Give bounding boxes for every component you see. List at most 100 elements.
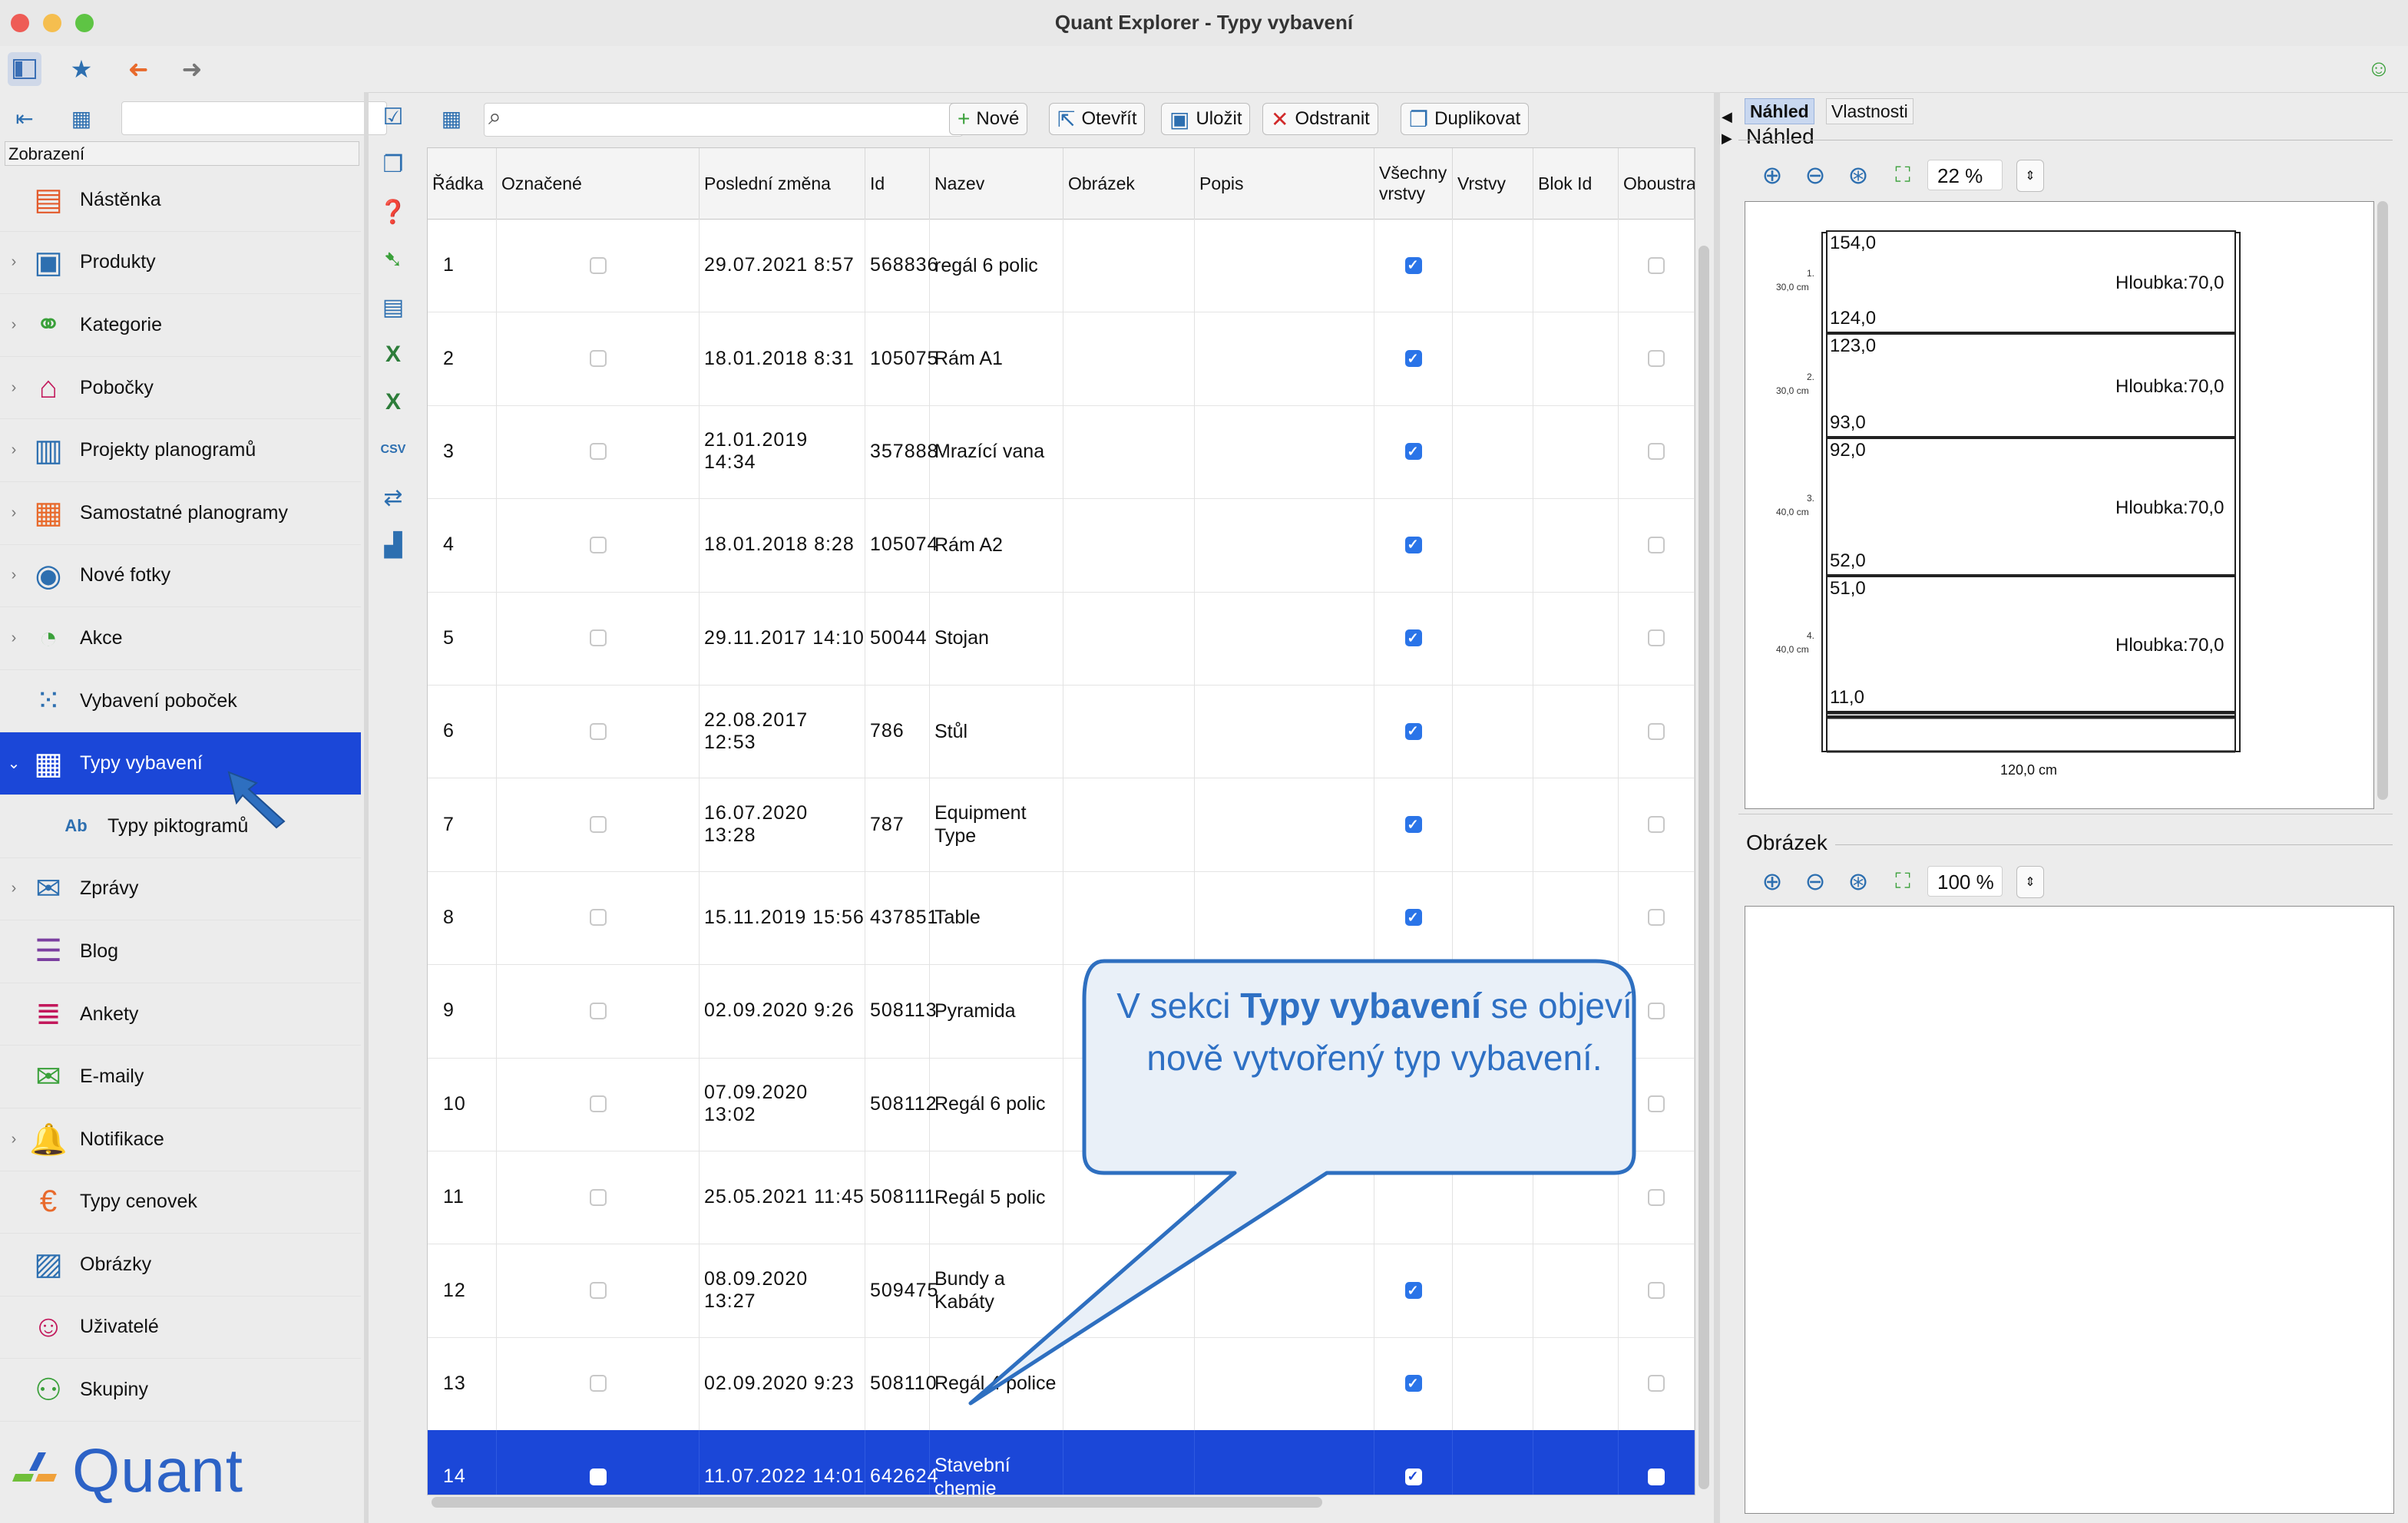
duplicate-button[interactable]: ❐ Duplikovat (1401, 103, 1530, 135)
double-sided-checkbox[interactable] (1648, 1468, 1665, 1485)
column-header[interactable]: Všechny vrstvy (1374, 148, 1453, 219)
chevron-right-icon[interactable]: › (0, 1131, 28, 1148)
sidebar-item-6[interactable]: › ▦ Samostatné planogramy (0, 482, 361, 545)
sidebar-splitter[interactable] (364, 92, 369, 1523)
column-header[interactable]: Nazev (930, 148, 1063, 219)
marked-checkbox[interactable] (589, 443, 607, 461)
table-settings-icon[interactable]: ▦ (64, 101, 98, 135)
csv-export-icon[interactable]: CSV (376, 433, 410, 467)
clipboard-icon[interactable]: ▤ (376, 290, 410, 324)
column-header[interactable]: Označené (497, 148, 700, 219)
column-header[interactable]: Id (865, 148, 930, 219)
chevron-right-icon[interactable]: › (0, 379, 28, 397)
table-row[interactable]: 2 18.01.2018 8:31 105075 Rám A1 ✓ (428, 312, 1695, 406)
preview-zoom-stepper[interactable]: ⇕ (2016, 160, 2044, 192)
marked-checkbox[interactable] (589, 536, 607, 553)
double-sided-checkbox[interactable] (1648, 256, 1665, 274)
grid-settings-icon[interactable]: ▦ (435, 101, 468, 135)
sidebar-toggle-icon[interactable] (8, 52, 41, 86)
right-panel-splitter[interactable] (1738, 814, 2393, 824)
sidebar-item-1[interactable]: ▤ Nástěnka (0, 169, 361, 232)
double-sided-checkbox[interactable] (1648, 536, 1665, 553)
image-zoom-out-icon[interactable]: ⊖ (1800, 866, 1831, 897)
table-row[interactable]: 14 11.07.2022 14:01 642624 Stavební chemie ✓ (428, 1430, 1695, 1495)
table-row[interactable]: 4 18.01.2018 8:28 105074 Rám A2 ✓ (428, 498, 1695, 593)
marked-checkbox[interactable] (589, 629, 607, 647)
chevron-right-icon[interactable]: › (0, 567, 28, 584)
table-row[interactable]: 1 29.07.2021 8:57 568836 regál 6 polic ✓ (428, 219, 1695, 313)
collapse-left-arrow-icon[interactable]: ◀ (1722, 109, 1732, 125)
double-sided-checkbox[interactable] (1648, 1002, 1665, 1019)
zoom-in-icon[interactable]: ⊕ (1757, 160, 1788, 190)
double-sided-checkbox[interactable] (1648, 722, 1665, 740)
marked-checkbox[interactable] (589, 1002, 607, 1019)
check-all-icon[interactable]: ☑ (376, 100, 410, 134)
main-splitter[interactable] (1714, 92, 1720, 1523)
new-button[interactable]: + Nové (949, 103, 1028, 135)
table-row[interactable]: 5 29.11.2017 14:10 50044 Stojan ✓ (428, 591, 1695, 686)
select-arrow-icon[interactable]: ➷ (376, 243, 410, 276)
image-zoom-value[interactable]: 100 % (1927, 866, 2003, 897)
table-row[interactable]: 7 16.07.2020 13:28 787 Equipment Type ✓ (428, 778, 1695, 872)
sidebar-item-5[interactable]: › ▥ Projekty planogramů (0, 419, 361, 482)
marked-checkbox[interactable] (589, 256, 607, 274)
sidebar-item-10[interactable]: ⌄ ▦ Typy vybavení (0, 732, 361, 795)
excel-export-icon[interactable]: X (376, 338, 410, 372)
sidebar-item-16[interactable]: › 🔔 Notifikace (0, 1108, 361, 1171)
image-zoom-reset-icon[interactable]: ⊛ (1843, 866, 1874, 897)
all-layers-checkbox[interactable]: ✓ (1404, 909, 1422, 927)
chevron-right-icon[interactable]: › (0, 441, 28, 459)
marked-checkbox[interactable] (589, 1095, 607, 1113)
sidebar-item-2[interactable]: › ▣ Produkty (0, 232, 361, 295)
column-header[interactable]: Poslední změna (700, 148, 865, 219)
excel-import-icon[interactable]: X (376, 385, 410, 419)
all-layers-checkbox[interactable]: ✓ (1404, 256, 1422, 274)
sidebar-item-14[interactable]: ≣ Ankety (0, 983, 361, 1046)
sidebar-item-15[interactable]: ✉ E-maily (0, 1046, 361, 1108)
column-header[interactable]: Řádka (428, 148, 497, 219)
all-layers-checkbox[interactable]: ✓ (1404, 722, 1422, 740)
double-sided-checkbox[interactable] (1648, 629, 1665, 647)
horizontal-scrollbar[interactable] (432, 1497, 1322, 1508)
double-sided-checkbox[interactable] (1648, 1188, 1665, 1206)
back-arrow-icon[interactable]: ➜ (121, 52, 155, 86)
sidebar-item-20[interactable]: ⚇ Skupiny (0, 1359, 361, 1422)
tab-preview[interactable]: Náhled (1745, 98, 1814, 124)
double-sided-checkbox[interactable] (1648, 909, 1665, 927)
marked-checkbox[interactable] (589, 816, 607, 834)
help-icon[interactable]: ❓ (376, 195, 410, 229)
all-layers-checkbox[interactable]: ✓ (1404, 536, 1422, 553)
sidebar-search-input[interactable] (121, 101, 387, 135)
tab-properties[interactable]: Vlastnosti (1826, 98, 1914, 124)
favorites-star-icon[interactable]: ★ (64, 52, 98, 86)
expand-right-arrow-icon[interactable]: ▶ (1722, 130, 1732, 147)
column-header[interactable]: Oboustranr (1619, 148, 1695, 219)
fit-to-window-icon[interactable]: ⛶ (1887, 160, 1918, 190)
table-row[interactable]: 8 15.11.2019 15:56 437851 Table ✓ (428, 871, 1695, 966)
all-layers-checkbox[interactable]: ✓ (1404, 816, 1422, 834)
sidebar-item-18[interactable]: ▨ Obrázky (0, 1234, 361, 1297)
forward-arrow-icon[interactable]: ➜ (175, 52, 209, 86)
sidebar-item-19[interactable]: ☺ Uživatelé (0, 1297, 361, 1359)
double-sided-checkbox[interactable] (1648, 816, 1665, 834)
all-layers-checkbox[interactable]: ✓ (1404, 1468, 1422, 1485)
sidebar-item-4[interactable]: › ⌂ Pobočky (0, 357, 361, 420)
table-transfer-icon[interactable]: ⇄ (376, 481, 410, 514)
chevron-right-icon[interactable]: › (0, 629, 28, 647)
copy-icon[interactable]: ❐ (376, 147, 410, 181)
double-sided-checkbox[interactable] (1648, 350, 1665, 368)
chevron-right-icon[interactable]: › (0, 504, 28, 522)
sidebar-item-3[interactable]: › ⚭ Kategorie (0, 294, 361, 357)
all-layers-checkbox[interactable]: ✓ (1404, 350, 1422, 368)
table-row[interactable]: 3 21.01.2019 14:34 357888 Mrazící vana ✓ (428, 405, 1695, 500)
chart-icon[interactable]: ▟ (376, 528, 410, 562)
double-sided-checkbox[interactable] (1648, 1282, 1665, 1300)
smiley-status-icon[interactable]: ☺ (2362, 52, 2396, 86)
sidebar-item-9[interactable]: ⁙ Vybavení poboček (0, 670, 361, 733)
all-layers-checkbox[interactable]: ✓ (1404, 629, 1422, 647)
marked-checkbox[interactable] (589, 1468, 607, 1485)
image-fit-icon[interactable]: ⛶ (1887, 866, 1918, 897)
marked-checkbox[interactable] (589, 350, 607, 368)
open-button[interactable]: ⇱ Otevřít (1049, 103, 1146, 135)
chevron-down-icon[interactable]: ⌄ (0, 754, 28, 773)
